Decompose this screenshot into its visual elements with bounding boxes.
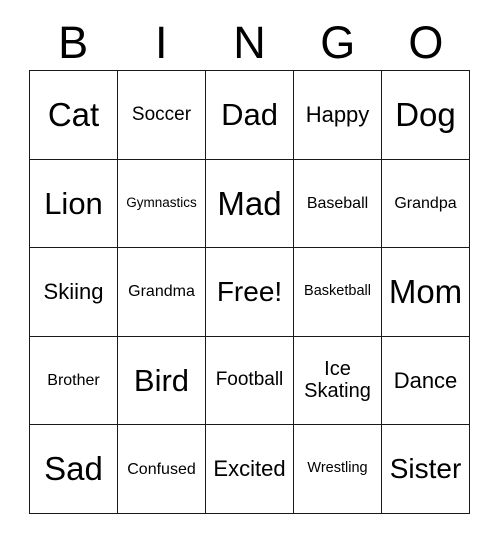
- bingo-cell-label: Sad: [44, 450, 103, 488]
- bingo-cell-g4[interactable]: Ice Skating: [294, 336, 382, 426]
- bingo-cell-label: Grandpa: [394, 194, 457, 212]
- bingo-cell-label: Gymnastics: [126, 195, 197, 211]
- bingo-grid: Cat Soccer Dad Happy Dog Lion Gymnastics…: [29, 70, 470, 514]
- header-letter-g: G: [320, 16, 356, 68]
- header-letter-i: I: [155, 16, 168, 68]
- bingo-cell-i2[interactable]: Gymnastics: [118, 159, 206, 249]
- bingo-cell-label: Baseball: [306, 194, 369, 212]
- bingo-cell-o4[interactable]: Dance: [382, 336, 470, 426]
- bingo-card: B I N G O Cat Soccer Dad Happy Dog Lion …: [0, 0, 500, 544]
- bingo-cell-i4[interactable]: Bird: [118, 336, 206, 426]
- bingo-cell-label: Wrestling: [307, 460, 368, 477]
- bingo-cell-b5[interactable]: Sad: [30, 425, 118, 514]
- bingo-cell-label: Mad: [217, 184, 282, 222]
- bingo-cell-n1[interactable]: Dad: [206, 71, 294, 160]
- bingo-cell-label: Football: [215, 369, 284, 391]
- bingo-cell-label: Cat: [47, 95, 100, 133]
- bingo-cell-n5[interactable]: Excited: [206, 425, 294, 514]
- bingo-cell-label: Soccer: [131, 103, 192, 125]
- bingo-cell-label: Brother: [47, 371, 100, 389]
- bingo-cell-g5[interactable]: Wrestling: [294, 425, 382, 514]
- bingo-cell-label: Dance: [393, 367, 458, 393]
- header-letter-o: O: [408, 16, 444, 68]
- bingo-cell-label: Skiing: [43, 279, 104, 305]
- bingo-cell-g3[interactable]: Basketball: [294, 248, 382, 337]
- bingo-cell-label: Sister: [389, 453, 462, 485]
- bingo-cell-label: Happy: [305, 101, 370, 127]
- bingo-cell-label: Ice Skating: [304, 358, 371, 402]
- bingo-cell-i5[interactable]: Confused: [118, 425, 206, 514]
- bingo-cell-n2[interactable]: Mad: [206, 159, 294, 249]
- bingo-cell-b3[interactable]: Skiing: [30, 248, 118, 337]
- bingo-cell-n4[interactable]: Football: [206, 336, 294, 426]
- bingo-cell-b1[interactable]: Cat: [30, 71, 118, 160]
- header-letter-n: N: [233, 16, 266, 68]
- bingo-cell-label: Dad: [221, 97, 278, 133]
- bingo-cell-label: Bird: [133, 362, 190, 398]
- bingo-cell-g1[interactable]: Happy: [294, 71, 382, 160]
- bingo-cell-i3[interactable]: Grandma: [118, 248, 206, 337]
- bingo-cell-o2[interactable]: Grandpa: [382, 159, 470, 249]
- bingo-cell-g2[interactable]: Baseball: [294, 159, 382, 249]
- bingo-cell-o3[interactable]: Mom: [382, 248, 470, 337]
- bingo-cell-label: Dog: [395, 95, 456, 133]
- bingo-cell-label: Confused: [127, 460, 196, 478]
- bingo-cell-b2[interactable]: Lion: [30, 159, 118, 249]
- bingo-header-row: B I N G O: [29, 14, 470, 70]
- bingo-cell-label: Mom: [388, 273, 463, 311]
- bingo-cell-label: Lion: [44, 185, 103, 221]
- free-space-label: Free!: [216, 275, 283, 307]
- header-letter-b: B: [58, 16, 89, 68]
- bingo-cell-b4[interactable]: Brother: [30, 336, 118, 426]
- bingo-cell-label: Grandma: [128, 283, 195, 301]
- bingo-cell-label: Excited: [213, 456, 286, 482]
- bingo-cell-label: Basketball: [304, 283, 371, 300]
- bingo-cell-o5[interactable]: Sister: [382, 425, 470, 514]
- bingo-cell-o1[interactable]: Dog: [382, 71, 470, 160]
- bingo-cell-free-space[interactable]: Free!: [206, 248, 294, 337]
- bingo-cell-i1[interactable]: Soccer: [118, 71, 206, 160]
